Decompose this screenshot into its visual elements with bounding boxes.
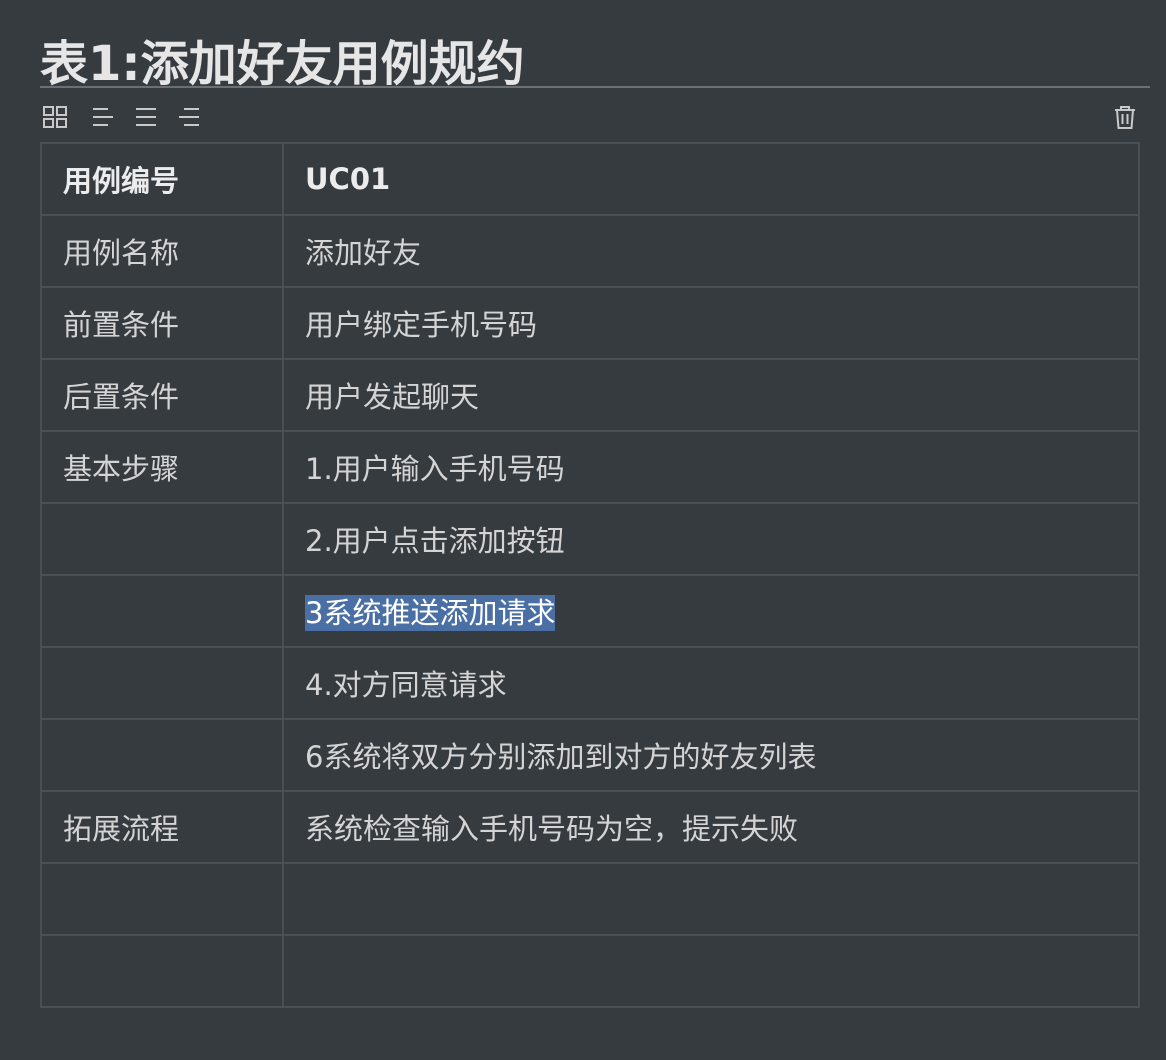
table-cell[interactable]: 后置条件 <box>40 358 284 432</box>
table-cell[interactable]: 2.用户点击添加按钮 <box>282 502 1140 576</box>
table-cell[interactable]: 3系统推送添加请求 <box>282 574 1140 648</box>
table-cell[interactable] <box>40 862 284 936</box>
table-row: 6系统将双方分别添加到对方的好友列表 <box>40 718 1140 792</box>
row-label: 用例名称 <box>63 236 180 270</box>
table-row: 后置条件 用户发起聊天 <box>40 358 1140 432</box>
row-label: 前置条件 <box>63 308 180 342</box>
row-label: 后置条件 <box>63 380 180 414</box>
table-cell[interactable] <box>40 502 284 576</box>
table-row: 4.对方同意请求 <box>40 646 1140 720</box>
use-case-table: 用例编号 UC01 用例名称 添加好友 前置条件 用户绑定手机号码 后置条件 用… <box>40 142 1140 1008</box>
trash-icon[interactable] <box>1112 104 1138 130</box>
table-row: 2.用户点击添加按钮 <box>40 502 1140 576</box>
table-row <box>40 934 1140 1008</box>
row-value: 系统检查输入手机号码为空，提示失败 <box>305 812 799 846</box>
table-header-row: 用例编号 UC01 <box>40 142 1140 216</box>
align-center-icon[interactable] <box>133 104 159 130</box>
row-label: 拓展流程 <box>63 812 180 846</box>
table-row <box>40 862 1140 936</box>
table-cell[interactable]: 1.用户输入手机号码 <box>282 430 1140 504</box>
row-value: 6系统将双方分别添加到对方的好友列表 <box>305 740 817 774</box>
table-cell[interactable] <box>40 574 284 648</box>
table-cell[interactable]: 用例名称 <box>40 214 284 288</box>
row-value: 4.对方同意请求 <box>305 668 507 702</box>
table-cell[interactable] <box>40 934 284 1008</box>
table-cell[interactable] <box>40 718 284 792</box>
table-toolbar <box>40 102 1138 132</box>
row-value: 添加好友 <box>305 236 422 270</box>
selected-text: 3系统推送添加请求 <box>305 595 556 631</box>
table-cell[interactable]: 前置条件 <box>40 286 284 360</box>
table-grid-icon[interactable] <box>42 104 68 130</box>
row-label: 基本步骤 <box>63 452 180 486</box>
table-caption-heading[interactable]: 表1:添加好友用例规约 <box>40 30 1150 92</box>
header-value: UC01 <box>305 162 391 196</box>
table-cell[interactable]: 6系统将双方分别添加到对方的好友列表 <box>282 718 1140 792</box>
editor-page: 表1:添加好友用例规约 用例编号 UC01 用例名称 添加好友 前置条件 用户绑… <box>0 0 1166 1060</box>
row-value: 用户绑定手机号码 <box>305 308 538 342</box>
table-row: 用例名称 添加好友 <box>40 214 1140 288</box>
table-cell[interactable]: 基本步骤 <box>40 430 284 504</box>
table-cell[interactable] <box>40 646 284 720</box>
table-cell[interactable]: 添加好友 <box>282 214 1140 288</box>
table-cell[interactable]: 4.对方同意请求 <box>282 646 1140 720</box>
row-value: 2.用户点击添加按钮 <box>305 524 565 558</box>
table-cell[interactable]: UC01 <box>282 142 1140 216</box>
table-cell[interactable] <box>282 862 1140 936</box>
table-cell[interactable] <box>282 934 1140 1008</box>
table-row: 拓展流程 系统检查输入手机号码为空，提示失败 <box>40 790 1140 864</box>
table-row: 基本步骤 1.用户输入手机号码 <box>40 430 1140 504</box>
table-row: 3系统推送添加请求 <box>40 574 1140 648</box>
align-right-icon[interactable] <box>176 104 202 130</box>
table-row: 前置条件 用户绑定手机号码 <box>40 286 1140 360</box>
header-label: 用例编号 <box>63 164 180 198</box>
table-cell[interactable]: 用户发起聊天 <box>282 358 1140 432</box>
row-value: 用户发起聊天 <box>305 380 480 414</box>
table-cell[interactable]: 用例编号 <box>40 142 284 216</box>
table-cell[interactable]: 用户绑定手机号码 <box>282 286 1140 360</box>
table-cell[interactable]: 系统检查输入手机号码为空，提示失败 <box>282 790 1140 864</box>
heading-text[interactable]: 表1:添加好友用例规约 <box>40 36 525 92</box>
row-value: 1.用户输入手机号码 <box>305 452 565 486</box>
align-left-icon[interactable] <box>90 104 116 130</box>
table-cell[interactable]: 拓展流程 <box>40 790 284 864</box>
